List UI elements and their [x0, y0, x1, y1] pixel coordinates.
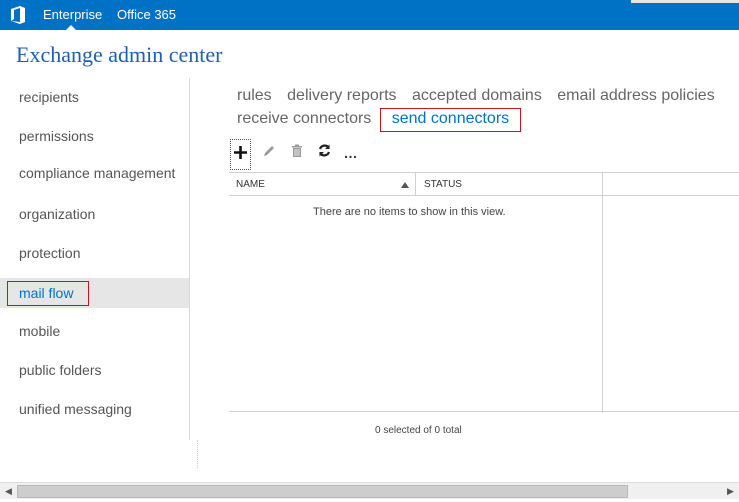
tab-email-address-policies[interactable]: email address policies [557, 87, 714, 105]
connectors-table: NAME STATUS There are no items to show i… [229, 172, 739, 413]
sidebar-item-unified-messaging[interactable]: unified messaging [0, 394, 189, 424]
sidebar-item-recipients[interactable]: recipients [0, 82, 189, 112]
column-divider [602, 173, 603, 413]
sidebar-item-mail-flow[interactable]: mail flow [0, 278, 189, 308]
horizontal-scrollbar[interactable]: ◀ ▶ [0, 482, 739, 499]
highlight-box [7, 281, 89, 306]
top-right-strip [631, 0, 739, 3]
highlight-box [380, 108, 521, 132]
sidebar: recipients permissions compliance manage… [0, 78, 190, 440]
tab-delivery-reports[interactable]: delivery reports [287, 87, 396, 105]
sort-ascending-icon [401, 182, 409, 188]
active-nav-indicator [66, 25, 76, 30]
sidebar-item-label: mobile [19, 323, 61, 339]
tab-row-1: rules delivery reports accepted domains … [237, 87, 726, 105]
empty-message: There are no items to show in this view. [313, 206, 506, 218]
nav-enterprise[interactable]: Enterprise [43, 7, 102, 22]
tab-accepted-domains[interactable]: accepted domains [412, 87, 542, 105]
sidebar-item-label: permissions [19, 128, 94, 144]
office-logo-icon[interactable] [10, 6, 26, 24]
nav-office-365[interactable]: Office 365 [117, 7, 176, 22]
sidebar-item-label: compliance management [19, 165, 176, 181]
edit-icon [262, 144, 276, 163]
sidebar-item-permissions[interactable]: permissions [0, 121, 189, 151]
sidebar-item-compliance-management[interactable]: compliance management [0, 158, 189, 188]
add-icon [233, 145, 248, 165]
scrollbar-thumb[interactable] [17, 485, 628, 498]
add-button[interactable] [230, 139, 251, 170]
column-divider [415, 173, 416, 196]
scroll-right-icon[interactable]: ▶ [722, 483, 739, 500]
more-icon: … [343, 145, 359, 161]
tab-receive-connectors[interactable]: receive connectors [237, 110, 371, 128]
delete-button[interactable] [285, 139, 309, 167]
sidebar-item-label: protection [19, 245, 81, 261]
delete-icon [291, 144, 303, 163]
refresh-button[interactable] [312, 139, 336, 167]
edit-button[interactable] [257, 139, 281, 167]
sidebar-item-organization[interactable]: organization [0, 199, 189, 229]
scroll-left-icon[interactable]: ◀ [0, 483, 17, 500]
sidebar-item-protection[interactable]: protection [0, 238, 189, 268]
more-button[interactable]: … [339, 139, 363, 167]
divider [197, 440, 198, 468]
table-header: NAME STATUS [229, 173, 739, 196]
column-header-status[interactable]: STATUS [424, 179, 462, 190]
sidebar-item-mobile[interactable]: mobile [0, 316, 189, 346]
sidebar-item-public-folders[interactable]: public folders [0, 355, 189, 385]
sidebar-item-label: unified messaging [19, 401, 132, 417]
tab-rules[interactable]: rules [237, 87, 272, 105]
selection-status: 0 selected of 0 total [375, 425, 462, 436]
column-header-name[interactable]: NAME [236, 179, 265, 190]
page-title: Exchange admin center [16, 42, 223, 67]
sidebar-item-label: public folders [19, 362, 102, 378]
sidebar-item-label: recipients [19, 89, 79, 105]
refresh-icon [317, 143, 332, 163]
top-bar: Enterprise Office 365 [0, 0, 739, 30]
sidebar-item-label: organization [19, 206, 96, 222]
